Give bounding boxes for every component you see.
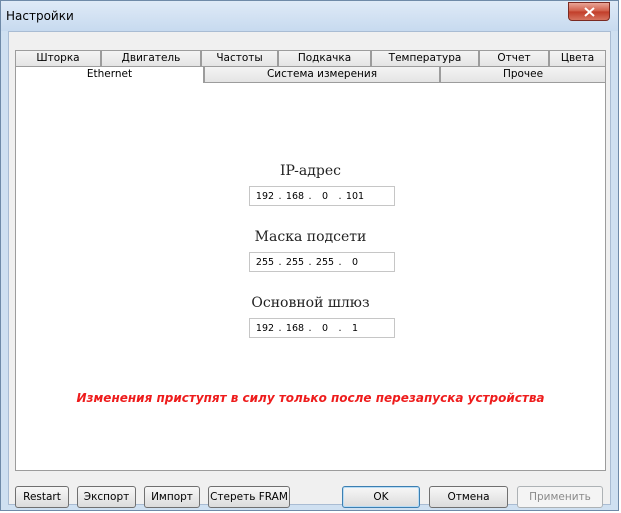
tab-chastoty[interactable]: Частоты [201, 50, 278, 66]
gateway-input[interactable]: 192 . 168 . 0 . 1 [249, 318, 395, 338]
settings-window: Настройки Шторка Двигатель Частоты Подка… [0, 0, 619, 511]
subnet-mask-label: Маска подсети [254, 229, 367, 245]
close-button[interactable] [568, 2, 610, 21]
window-title: Настройки [6, 9, 74, 23]
title-bar[interactable]: Настройки [1, 1, 618, 31]
gateway-octet-2[interactable]: 168 [283, 323, 307, 334]
gateway-octet-3[interactable]: 0 [313, 323, 337, 334]
import-button[interactable]: Импорт [144, 486, 200, 508]
restart-button[interactable]: Restart [15, 486, 69, 508]
client-area: Шторка Двигатель Частоты Подкачка Темпер… [8, 31, 611, 508]
tab-tsveta[interactable]: Цвета [549, 50, 606, 66]
ok-button[interactable]: OK [342, 486, 420, 508]
tab-sistema-izmereniya[interactable]: Система измерения [204, 66, 440, 82]
erase-fram-button[interactable]: Стереть FRAM [208, 486, 290, 508]
gateway-octet-1[interactable]: 192 [253, 323, 277, 334]
mask-octet-2[interactable]: 255 [283, 257, 307, 268]
tab-podkachka[interactable]: Подкачка [278, 50, 371, 66]
ip-address-input[interactable]: 192 . 168 . 0 . 101 [249, 186, 395, 206]
mask-octet-1[interactable]: 255 [253, 257, 277, 268]
tab-otchet[interactable]: Отчет [479, 50, 549, 66]
tab-dvigatel[interactable]: Двигатель [101, 50, 201, 66]
ip-address-label: IP-адрес [280, 163, 341, 179]
export-button[interactable]: Экспорт [77, 486, 136, 508]
mask-octet-4[interactable]: 0 [343, 257, 367, 268]
cancel-button[interactable]: Отмена [429, 486, 508, 508]
apply-button[interactable]: Применить [517, 486, 603, 508]
close-icon [584, 7, 595, 17]
ip-octet-4[interactable]: 101 [343, 191, 367, 202]
tab-prochee[interactable]: Прочее [440, 66, 606, 82]
gateway-label: Основной шлюз [251, 295, 370, 311]
tab-temperatura[interactable]: Температура [371, 50, 479, 66]
ip-octet-2[interactable]: 168 [283, 191, 307, 202]
mask-octet-3[interactable]: 255 [313, 257, 337, 268]
tab-shtorka[interactable]: Шторка [15, 50, 101, 66]
ip-octet-1[interactable]: 192 [253, 191, 277, 202]
gateway-octet-4[interactable]: 1 [343, 323, 367, 334]
tab-ethernet[interactable]: Ethernet [15, 66, 204, 83]
ethernet-panel: IP-адрес 192 . 168 . 0 . 101 Маска подсе… [15, 82, 606, 471]
restart-warning: Изменения приступят в силу только после … [76, 391, 545, 405]
ip-octet-3[interactable]: 0 [313, 191, 337, 202]
subnet-mask-input[interactable]: 255 . 255 . 255 . 0 [249, 252, 395, 272]
